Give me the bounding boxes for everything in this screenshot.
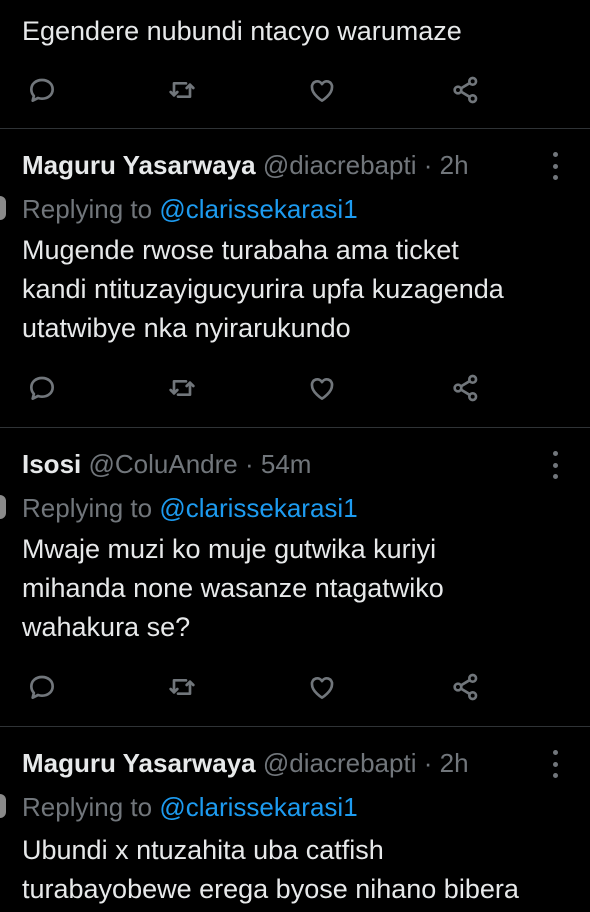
retweet-icon[interactable] — [162, 667, 202, 707]
more-icon[interactable] — [550, 152, 560, 180]
replying-prefix: Replying to — [22, 194, 153, 224]
tweet-3-text-line-2: turabayobewe erega byose nihano bibera — [22, 874, 519, 904]
tweet-0-actions — [0, 70, 590, 110]
share-icon[interactable] — [446, 667, 486, 707]
tweet-3-replying-to: Replying to @clarissekarasi1 — [22, 792, 358, 823]
tweet-1-text-line-1: Mugende rwose turabaha ama ticket — [22, 235, 459, 265]
separator-dot: · — [423, 748, 433, 778]
more-icon[interactable] — [550, 750, 560, 778]
tweet-1-handle[interactable]: @diacrebapti — [263, 150, 417, 180]
replying-mention-link[interactable]: @clarissekarasi1 — [159, 792, 357, 822]
tweet-1-header: Maguru Yasarwaya @diacrebapti · 2h — [22, 150, 469, 181]
tweet-2-author-name[interactable]: Isosi — [22, 449, 81, 479]
avatar-edge — [0, 196, 6, 220]
share-icon[interactable] — [446, 70, 486, 110]
tweet-3[interactable]: Maguru Yasarwaya @diacrebapti · 2h Reply… — [0, 726, 590, 912]
replying-mention-link[interactable]: @clarissekarasi1 — [159, 493, 357, 523]
like-icon[interactable] — [302, 70, 342, 110]
tweet-3-time[interactable]: 2h — [440, 748, 469, 778]
avatar-edge — [0, 794, 6, 818]
retweet-icon[interactable] — [162, 70, 202, 110]
tweet-1-text-line-2: kandi ntituzayigucyurira upfa kuzagenda — [22, 274, 504, 304]
tweet-3-author-name[interactable]: Maguru Yasarwaya — [22, 748, 256, 778]
tweet-0-text-line-1: Egendere nubundi ntacyo warumaze — [22, 16, 462, 46]
tweet-2-header: Isosi @ColuAndre · 54m — [22, 449, 311, 480]
more-icon[interactable] — [550, 451, 560, 479]
reply-icon[interactable] — [22, 667, 62, 707]
replying-prefix: Replying to — [22, 493, 153, 523]
like-icon[interactable] — [302, 667, 342, 707]
tweet-1-text-line-3: utatwibye nka nyirarukundo — [22, 313, 351, 343]
tweet-2-handle[interactable]: @ColuAndre — [88, 449, 237, 479]
tweet-1[interactable]: Maguru Yasarwaya @diacrebapti · 2h Reply… — [0, 128, 590, 428]
tweet-3-header: Maguru Yasarwaya @diacrebapti · 2h — [22, 748, 469, 779]
tweet-2-actions — [0, 667, 590, 707]
tweet-1-time[interactable]: 2h — [440, 150, 469, 180]
share-icon[interactable] — [446, 368, 486, 408]
tweet-2-replying-to: Replying to @clarissekarasi1 — [22, 493, 358, 524]
tweet-1-author-name[interactable]: Maguru Yasarwaya — [22, 150, 256, 180]
reply-icon[interactable] — [22, 368, 62, 408]
tweet-2-text-line-2: mihanda none wasanze ntagatwiko — [22, 573, 444, 603]
tweet-0[interactable]: Egendere nubundi ntacyo warumaze — [0, 0, 590, 129]
tweet-2-text-line-1: Mwaje muzi ko muje gutwika kuriyi — [22, 534, 437, 564]
tweet-3-text-line-1: Ubundi x ntuzahita uba catfish — [22, 835, 384, 865]
retweet-icon[interactable] — [162, 368, 202, 408]
replying-mention-link[interactable]: @clarissekarasi1 — [159, 194, 357, 224]
separator-dot: · — [244, 449, 254, 479]
tweet-1-replying-to: Replying to @clarissekarasi1 — [22, 194, 358, 225]
separator-dot: · — [423, 150, 433, 180]
tweet-2-time[interactable]: 54m — [261, 449, 312, 479]
tweet-1-actions — [0, 368, 590, 408]
reply-icon[interactable] — [22, 70, 62, 110]
tweet-3-handle[interactable]: @diacrebapti — [263, 748, 417, 778]
tweet-2[interactable]: Isosi @ColuAndre · 54m Replying to @clar… — [0, 427, 590, 727]
tweet-2-text-line-3: wahakura se? — [22, 612, 191, 642]
avatar-edge — [0, 495, 6, 519]
replying-prefix: Replying to — [22, 792, 153, 822]
like-icon[interactable] — [302, 368, 342, 408]
